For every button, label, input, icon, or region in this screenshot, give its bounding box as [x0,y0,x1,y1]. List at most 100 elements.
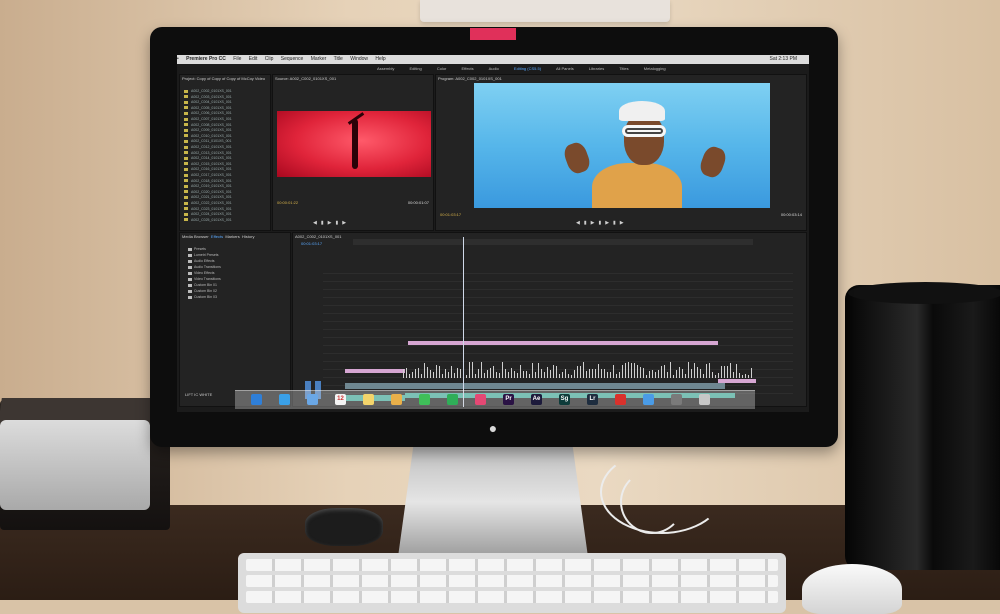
photos-icon[interactable] [391,394,402,405]
list-item[interactable]: A002_C005_0101XS_001 [184,106,268,111]
calendar-icon[interactable]: 12 [335,394,346,405]
tab-media-browser[interactable]: Media Browser [182,234,209,239]
list-item[interactable]: A002_C015_0101XS_001 [184,162,268,167]
timeline-clip[interactable] [405,383,525,389]
app-store-icon[interactable] [643,394,654,405]
effect-bin[interactable]: Custom Bin 01 [188,283,217,288]
list-item[interactable]: A002_C010_0101XS_001 [184,134,268,139]
after-effects-icon[interactable]: Ae [531,394,542,405]
menu-edit[interactable]: Edit [249,56,258,62]
menu-marker[interactable]: Marker [311,56,327,62]
tab-effects[interactable]: Effects [211,234,223,239]
list-item[interactable]: A002_C003_0101XS_001 [184,95,268,100]
speedgrade-icon[interactable]: Sg [559,394,570,405]
workspace-tab[interactable]: Editing [409,66,421,71]
audio-waveform [424,363,425,378]
tab-markers[interactable]: Markers [225,234,239,239]
list-item[interactable]: A002_C017_0101XS_001 [184,173,268,178]
workspace-tab[interactable]: Metalogging [644,66,666,71]
workspace-tab[interactable]: Color [437,66,447,71]
workspace-tab[interactable]: Audio [489,66,499,71]
workspace-tab[interactable]: Effects [462,66,474,71]
list-item[interactable]: A002_C004_0101XS_001 [184,100,268,105]
notes-icon[interactable] [363,394,374,405]
list-item[interactable]: A002_C014_0101XS_001 [184,156,268,161]
list-item[interactable]: A002_C025_0101XS_001 [184,218,268,223]
facetime-icon[interactable] [447,394,458,405]
wall-paper [420,0,670,22]
workspace-tab[interactable]: All Panels [556,66,574,71]
effect-bin[interactable]: Video Transitions [188,277,221,282]
menu-help[interactable]: Help [375,56,385,62]
menu-file[interactable]: File [233,56,241,62]
trash-icon[interactable] [699,394,710,405]
menu-sequence[interactable]: Sequence [281,56,304,62]
safari-icon[interactable] [279,394,290,405]
tab-history[interactable]: History [242,234,254,239]
mail-icon[interactable] [307,394,318,405]
list-item[interactable]: A002_C024_0101XS_001 [184,212,268,217]
timeline-sequence-tab[interactable]: A002_C002_0101XS_001 [295,234,342,239]
audio-waveform [601,369,602,378]
clip-icon [184,100,188,104]
workspace-tab-active[interactable]: Editing (CS5.5) [514,66,541,71]
list-item[interactable]: A002_C023_0101XS_001 [184,207,268,212]
audio-waveform [475,374,476,378]
effect-bin-label: Presets [194,247,206,251]
audio-waveform [586,371,587,378]
list-item[interactable]: A002_C018_0101XS_001 [184,179,268,184]
program-transport-controls[interactable]: ◀▮▶▮▶▮▶ [576,220,628,226]
apple-menu-icon[interactable]: • [177,56,179,62]
menu-app-name[interactable]: Premiere Pro CC [186,56,226,62]
audio-waveform [619,372,620,378]
source-monitor-tab[interactable]: Source: A002_C002_0101XS_001 [275,76,336,81]
effect-bin[interactable]: Audio Effects [188,259,215,264]
list-item[interactable]: A002_C008_0101XS_001 [184,123,268,128]
effect-bin[interactable]: Video Effects [188,271,215,276]
effect-bin-label: Video Transitions [194,277,221,281]
creative-cloud-icon[interactable] [615,394,626,405]
project-panel-tab[interactable]: Project: Copy of Copy of Copy of McCoy V… [182,76,265,81]
track-lane [323,289,793,290]
menu-title[interactable]: Title [334,56,343,62]
finder-icon[interactable] [251,394,262,405]
workspace-tab[interactable]: Assembly [377,66,394,71]
premiere-icon[interactable]: Pr [503,394,514,405]
effect-bin[interactable]: Custom Bin 02 [188,289,217,294]
workspace-tab[interactable]: Titles [619,66,628,71]
timeline-clip[interactable] [345,383,405,389]
messages-icon[interactable] [419,394,430,405]
list-item[interactable]: A002_C022_0101XS_001 [184,201,268,206]
effect-bin[interactable]: Lumetri Presets [188,253,219,258]
audio-waveform [628,362,629,378]
menu-window[interactable]: Window [350,56,368,62]
list-item[interactable]: A002_C002_0101XS_001 [184,89,268,94]
program-monitor-tab[interactable]: Program: A002_C002_0101XS_001 [438,76,502,81]
list-item[interactable]: A002_C020_0101XS_001 [184,190,268,195]
playhead[interactable] [463,237,464,407]
list-item[interactable]: A002_C009_0101XS_001 [184,128,268,133]
system-preferences-icon[interactable] [671,394,682,405]
source-transport-controls[interactable]: ◀▮▶▮▶ [313,220,350,226]
effect-bin[interactable]: Presets [188,247,206,252]
effect-bin[interactable]: Custom Bin 03 [188,295,217,300]
list-item[interactable]: A002_C011_0101XS_001 [184,139,268,144]
list-item[interactable]: A002_C021_0101XS_001 [184,195,268,200]
timeline-clip[interactable] [408,341,718,345]
list-item[interactable]: A002_C007_0101XS_001 [184,117,268,122]
list-item[interactable]: A002_C006_0101XS_001 [184,111,268,116]
workspace-tab[interactable]: Libraries [589,66,604,71]
audio-waveform [745,374,746,378]
timeline-clip[interactable] [525,383,725,389]
effect-bin[interactable]: Audio Transitions [188,265,221,270]
lightroom-icon[interactable]: Lr [587,394,598,405]
timeline-ruler[interactable] [353,239,753,245]
list-item[interactable]: A002_C019_0101XS_001 [184,184,268,189]
printer-front [0,420,150,510]
list-item[interactable]: A002_C013_0101XS_001 [184,151,268,156]
menu-clip[interactable]: Clip [265,56,274,62]
list-item[interactable]: A002_C012_0101XS_001 [184,145,268,150]
music-icon[interactable] [475,394,486,405]
timeline-clip[interactable] [345,369,405,373]
list-item[interactable]: A002_C016_0101XS_001 [184,167,268,172]
